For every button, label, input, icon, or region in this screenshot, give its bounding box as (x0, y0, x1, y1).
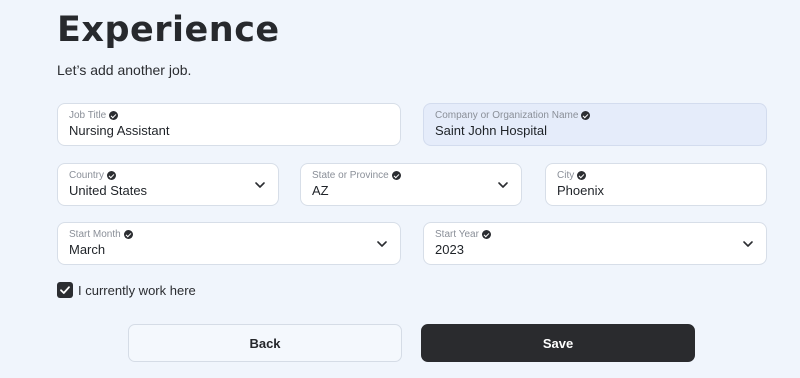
city-value: Phoenix (557, 183, 604, 198)
job-title-value: Nursing Assistant (69, 123, 170, 138)
start-year-label: Start Year (435, 229, 479, 240)
start-month-value: March (69, 242, 106, 257)
country-label: Country (69, 170, 105, 181)
checkmark-icon (60, 286, 70, 294)
company-label-group: Company or Organization Name (435, 110, 591, 121)
city-field[interactable]: City Phoenix (545, 163, 767, 206)
check-circle-icon (481, 230, 491, 239)
job-title-label-group: Job Title (69, 110, 119, 121)
state-value: AZ (312, 183, 329, 198)
chevron-down-icon[interactable] (254, 179, 266, 191)
country-label-group: Country (69, 170, 117, 181)
start-month-label-group: Start Month (69, 229, 133, 240)
check-circle-icon (107, 171, 117, 180)
back-button[interactable]: Back (128, 324, 402, 362)
page-subtitle: Let’s add another job. (57, 62, 192, 78)
country-value: United States (69, 183, 148, 198)
start-year-select[interactable]: Start Year 2023 (423, 222, 767, 265)
chevron-down-icon[interactable] (742, 238, 754, 250)
check-circle-icon (109, 111, 119, 120)
company-field[interactable]: Company or Organization Name Saint John … (423, 103, 767, 146)
job-title-field[interactable]: Job Title Nursing Assistant (57, 103, 401, 146)
chevron-down-icon[interactable] (497, 179, 509, 191)
chevron-down-icon[interactable] (376, 238, 388, 250)
check-circle-icon (391, 171, 401, 180)
company-label: Company or Organization Name (435, 110, 579, 121)
start-year-label-group: Start Year (435, 229, 491, 240)
city-label-group: City (557, 170, 587, 181)
company-value: Saint John Hospital (435, 123, 548, 138)
city-label: City (557, 170, 575, 181)
state-label: State or Province (312, 170, 389, 181)
check-circle-icon (123, 230, 133, 239)
start-year-value: 2023 (435, 242, 464, 257)
job-title-label: Job Title (69, 110, 107, 121)
check-circle-icon (577, 171, 587, 180)
start-month-label: Start Month (69, 229, 121, 240)
country-select[interactable]: Country United States (57, 163, 279, 206)
check-circle-icon (581, 111, 591, 120)
currently-work-here-label[interactable]: I currently work here (78, 283, 196, 298)
currently-work-here-checkbox[interactable] (57, 282, 73, 298)
start-month-select[interactable]: Start Month March (57, 222, 401, 265)
state-select[interactable]: State or Province AZ (300, 163, 522, 206)
page-title: Experience (57, 10, 280, 50)
state-label-group: State or Province (312, 170, 401, 181)
save-button[interactable]: Save (421, 324, 695, 362)
